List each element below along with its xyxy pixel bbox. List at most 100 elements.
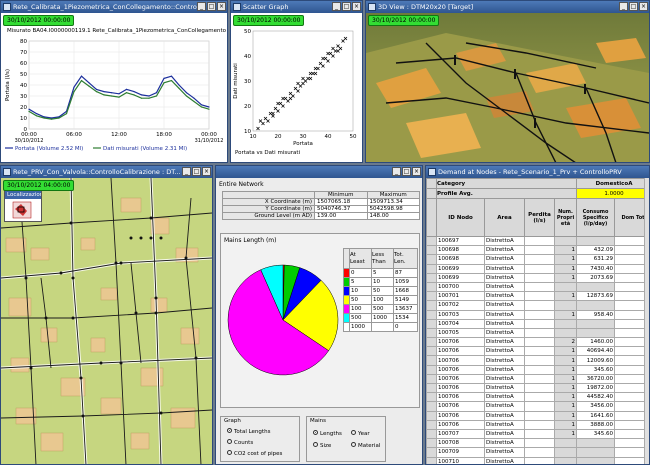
demand-cell-area[interactable]: DistrettoA — [484, 401, 525, 412]
demand-row[interactable]: 100697 DistrettoA — [426, 235, 649, 247]
demand-cell-consumo[interactable]: 1641.60 — [576, 410, 615, 421]
demand-cell-num[interactable] — [554, 281, 577, 293]
col-num-proprieta[interactable]: Num. Propri età — [554, 198, 577, 237]
demand-cell-id[interactable]: 100710 — [436, 456, 485, 464]
demand-cell-perdita[interactable] — [524, 272, 555, 283]
demand-cell-area[interactable]: DistrettoA — [484, 272, 525, 283]
demand-cell-perdita[interactable] — [524, 419, 555, 430]
demand-row[interactable]: 100706 DistrettoA 1 3456.00 — [426, 401, 649, 412]
demand-cell-num[interactable] — [554, 235, 577, 247]
map-title-bar[interactable]: Rete_PRV_Con_Valvola::ControlloCalibrazi… — [1, 166, 212, 178]
demand-cell-num[interactable]: 2 — [554, 337, 577, 348]
demand-cell-id[interactable]: 100706 — [436, 364, 485, 375]
demand-cell-area[interactable]: DistrettoA — [484, 373, 525, 385]
row-selector[interactable] — [426, 346, 437, 357]
minimize-button[interactable]: _ — [182, 167, 191, 176]
demand-cell-area[interactable]: DistrettoA — [484, 382, 525, 394]
demand-row[interactable]: 100700 DistrettoA — [426, 281, 649, 293]
radio-lengths[interactable]: Lengths — [313, 430, 342, 437]
demand-cell-id[interactable]: 100701 — [436, 291, 485, 302]
demand-cell-num[interactable] — [554, 438, 577, 449]
demand-cell-num[interactable]: 1 — [554, 401, 577, 412]
row-selector[interactable] — [426, 355, 437, 366]
demand-row[interactable]: 100706 DistrettoA 1 345.60 — [426, 364, 649, 375]
row-selector[interactable] — [426, 281, 437, 293]
row-selector[interactable] — [426, 337, 437, 348]
close-button[interactable]: × — [639, 2, 648, 11]
demand-row[interactable]: 100708 DistrettoA — [426, 438, 649, 449]
scatter-window[interactable]: Scatter Graph _ □ × 30/10/2012 00:00:00 10… — [230, 0, 363, 163]
demand-cell-area[interactable]: DistrettoA — [484, 281, 525, 293]
demand-cell-area[interactable]: DistrettoA — [484, 245, 525, 256]
demand-cell-consumo[interactable]: 40694.40 — [576, 346, 615, 357]
close-button[interactable]: × — [412, 167, 421, 176]
demand-cell-consumo[interactable]: 3456.00 — [576, 401, 615, 412]
row-selector[interactable] — [426, 401, 437, 412]
demand-cell-area[interactable]: DistrettoA — [484, 447, 525, 458]
demand-cell-perdita[interactable] — [524, 355, 555, 366]
radio-co2-cost[interactable]: CO2 cost of pipes — [227, 450, 282, 457]
demand-cell-num[interactable] — [554, 300, 577, 311]
demand-cell-id[interactable]: 100700 — [436, 281, 485, 293]
demand-cell-consumo[interactable]: 345.60 — [576, 364, 615, 375]
demand-cell-consumo[interactable]: 432.09 — [576, 245, 615, 256]
demand-cell-id[interactable]: 100699 — [436, 263, 485, 274]
demand-cell-id[interactable]: 100707 — [436, 428, 485, 440]
view3d-window[interactable]: 3D View : DTM20x20 [Target] _ □ × 30/10/20… — [365, 0, 650, 163]
demand-cell-consumo[interactable] — [576, 235, 615, 247]
demand-cell-num[interactable]: 1 — [554, 309, 577, 320]
demand-row[interactable]: 100698 DistrettoA 1 432.09 — [426, 245, 649, 256]
demand-cell-perdita[interactable] — [524, 309, 555, 320]
demand-cell-num[interactable] — [554, 327, 577, 339]
row-selector[interactable] — [426, 263, 437, 274]
row-selector[interactable] — [426, 272, 437, 283]
row-selector[interactable] — [426, 364, 437, 375]
demand-cell-perdita[interactable] — [524, 373, 555, 385]
demand-cell-area[interactable]: DistrettoA — [484, 419, 525, 430]
demand-cell-area[interactable]: DistrettoA — [484, 291, 525, 302]
demand-cell-num[interactable]: 1 — [554, 410, 577, 421]
radio-total-lengths[interactable]: Total Lengths — [227, 428, 270, 435]
demand-cell-num[interactable] — [554, 318, 577, 329]
demand-cell-num[interactable]: 1 — [554, 382, 577, 394]
demand-cell-num[interactable]: 1 — [554, 263, 577, 274]
demand-cell-consumo[interactable] — [576, 447, 615, 458]
demand-row[interactable]: 100706 DistrettoA 2 1460.00 — [426, 337, 649, 348]
demand-cell-id[interactable]: 100698 — [436, 245, 485, 256]
demand-cell-num[interactable]: 1 — [554, 428, 577, 440]
demand-cell-perdita[interactable] — [524, 318, 555, 329]
demand-cell-area[interactable]: DistrettoA — [484, 327, 525, 339]
demand-cell-perdita[interactable] — [524, 401, 555, 412]
demand-cell-id[interactable]: 100699 — [436, 272, 485, 283]
demand-cell-consumo[interactable] — [576, 327, 615, 339]
demand-cell-area[interactable]: DistrettoA — [484, 254, 525, 265]
row-selector[interactable] — [426, 447, 437, 458]
locator-thumbnail-icon[interactable] — [5, 199, 41, 221]
demand-cell-num[interactable]: 1 — [554, 254, 577, 265]
demand-cell-num[interactable]: 1 — [554, 355, 577, 366]
demand-cell-id[interactable]: 100706 — [436, 337, 485, 348]
demand-cell-consumo[interactable] — [576, 456, 615, 464]
demand-cell-consumo[interactable]: 2073.69 — [576, 272, 615, 283]
demand-cell-perdita[interactable] — [524, 364, 555, 375]
demand-cell-area[interactable]: DistrettoA — [484, 346, 525, 357]
demand-cell-area[interactable]: DistrettoA — [484, 355, 525, 366]
demand-cell-num[interactable] — [554, 456, 577, 464]
col-id-nodo[interactable]: ID Nodo — [436, 198, 485, 237]
maximize-button[interactable]: □ — [207, 2, 216, 11]
demand-cell-consumo[interactable]: 44582.40 — [576, 392, 615, 403]
demand-cell-perdita[interactable] — [524, 447, 555, 458]
demand-cell-consumo[interactable] — [576, 281, 615, 293]
demand-cell-perdita[interactable] — [524, 346, 555, 357]
demand-cell-area[interactable]: DistrettoA — [484, 392, 525, 403]
demand-cell-area[interactable]: DistrettoA — [484, 364, 525, 375]
row-selector[interactable] — [426, 410, 437, 421]
demand-cell-perdita[interactable] — [524, 456, 555, 464]
demand-row[interactable]: 100706 DistrettoA 1 44582.40 — [426, 392, 649, 403]
demand-cell-consumo[interactable]: 1460.00 — [576, 337, 615, 348]
demand-cell-area[interactable]: DistrettoA — [484, 456, 525, 464]
close-button[interactable]: × — [217, 2, 226, 11]
demand-cell-consumo[interactable]: 345.60 — [576, 428, 615, 440]
row-selector[interactable] — [426, 392, 437, 403]
demand-row[interactable]: 100701 DistrettoA 1 12873.69 — [426, 291, 649, 302]
